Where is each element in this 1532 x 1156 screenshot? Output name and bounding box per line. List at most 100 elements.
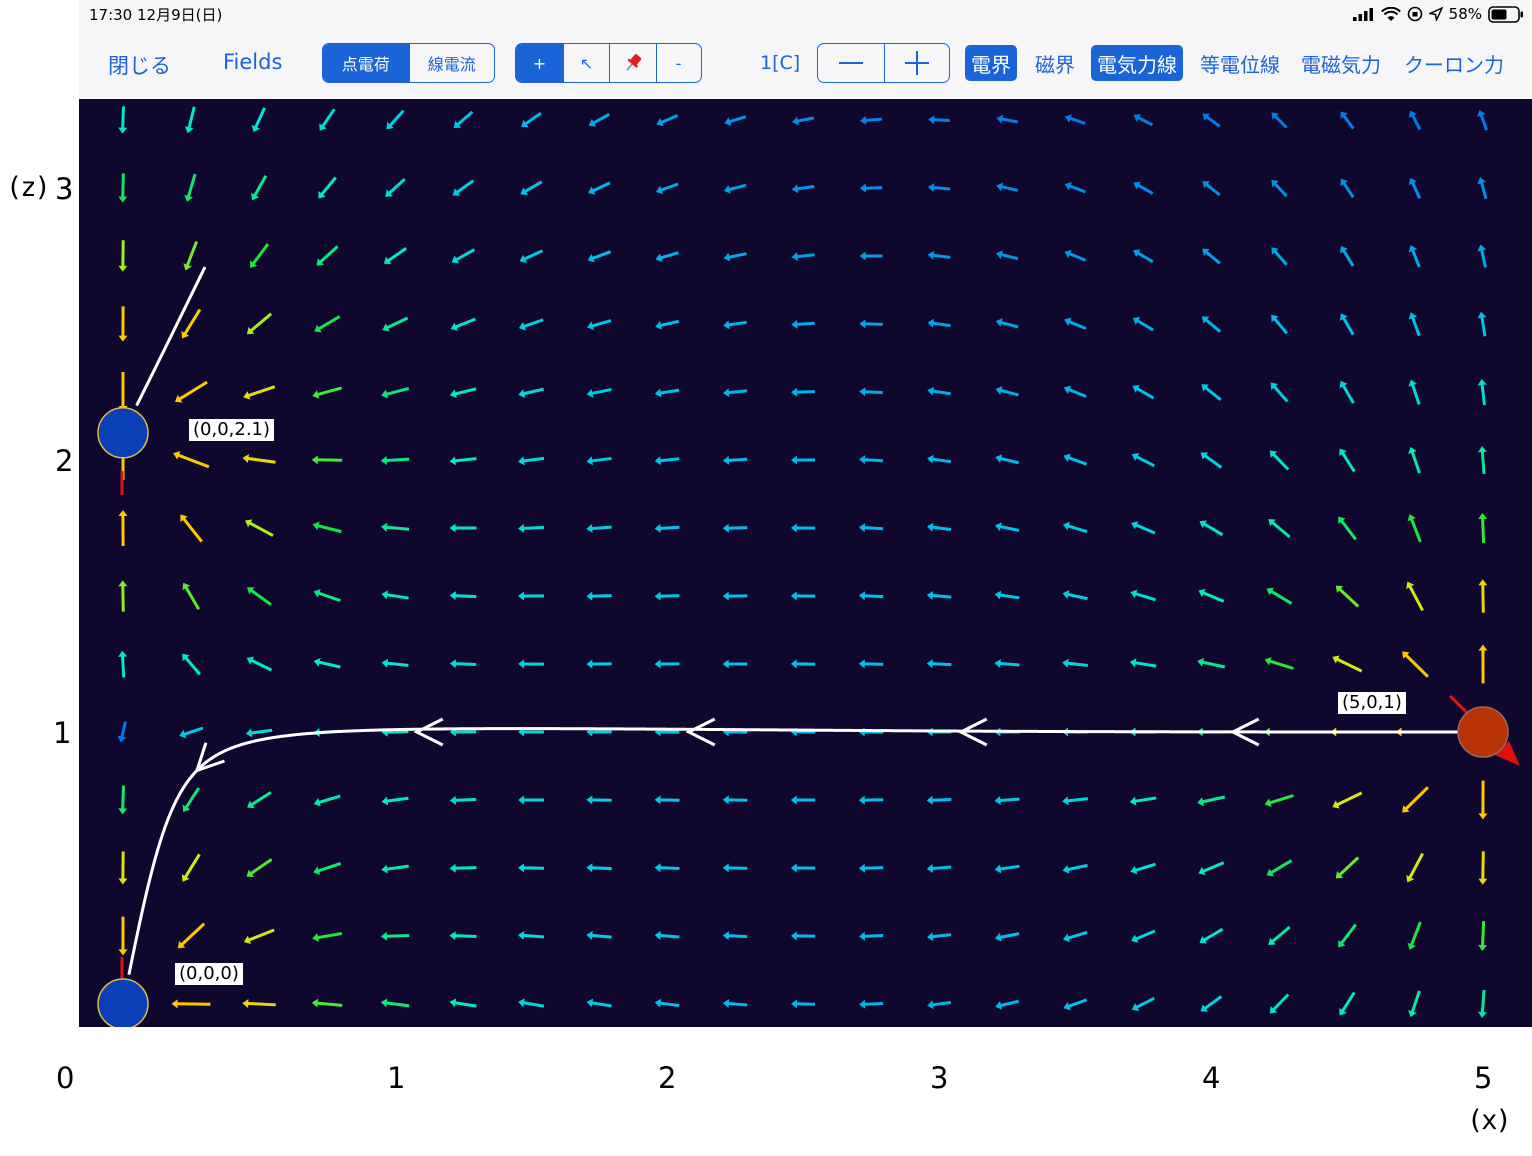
field-vector: [655, 251, 679, 262]
field-vector: [1407, 514, 1422, 543]
field-vector: [1133, 181, 1154, 195]
pointer-arrow-icon: ↖: [579, 53, 594, 73]
battery-percent: 58%: [1448, 5, 1482, 23]
remove-tool-button[interactable]: -: [656, 44, 700, 82]
field-vector: [519, 249, 544, 263]
field-vector: [449, 863, 477, 873]
toggle-electric-field-lines[interactable]: 電気力線: [1091, 45, 1183, 81]
charge-decrement-button[interactable]: [818, 44, 884, 82]
field-vector: [722, 659, 748, 669]
field-vector: [1130, 589, 1157, 602]
field-vector: [243, 928, 275, 944]
x-tick-label: 0: [56, 1061, 75, 1095]
field-vector: [1064, 114, 1086, 125]
field-vector: [1338, 516, 1357, 541]
toggle-magnetic-field[interactable]: 磁界: [1029, 45, 1081, 81]
charge-layer: [97, 407, 1520, 1030]
fields-button[interactable]: Fields: [223, 50, 282, 74]
remove-icon: -: [675, 53, 682, 73]
field-vector: [518, 591, 544, 601]
field-vector: [1335, 856, 1360, 879]
location-icon: [1428, 7, 1443, 21]
field-vector: [1338, 923, 1357, 948]
field-vector: [1202, 181, 1221, 197]
field-vector: [1062, 796, 1088, 806]
field-vector: [173, 451, 210, 469]
field-vector: [1477, 378, 1487, 406]
field-vector: [656, 114, 679, 127]
field-vector: [246, 858, 273, 877]
field-vector: [586, 930, 612, 940]
field-vector: [449, 591, 477, 601]
battery-icon: [1488, 5, 1523, 23]
charge-label: (5,0,1): [1338, 692, 1406, 714]
field-vector: [1339, 313, 1355, 336]
field-vector: [1402, 786, 1429, 813]
field-vector: [586, 795, 612, 805]
field-vector: [1062, 863, 1088, 874]
status-bar: 17:30 12月9日(日) 58%: [79, 0, 1532, 28]
field-vector: [654, 659, 680, 669]
field-vector: [1266, 587, 1293, 605]
toggle-equipotential-lines[interactable]: 等電位線: [1194, 45, 1286, 81]
field-vector: [858, 591, 884, 601]
field-vector: [1406, 581, 1424, 612]
field-vector: [654, 456, 680, 466]
field-vector: [245, 728, 273, 738]
field-vector: [312, 932, 343, 942]
field-vector: [311, 455, 343, 465]
field-vector: [588, 113, 611, 127]
field-vector: [313, 657, 341, 669]
point-charge-tab[interactable]: 点電荷: [323, 44, 409, 82]
field-vector: [1264, 657, 1294, 670]
field-vector: [118, 240, 128, 272]
line-current-tab[interactable]: 線電流: [408, 44, 495, 82]
field-vector: [1202, 113, 1221, 128]
close-button[interactable]: 閉じる: [108, 50, 171, 80]
field-vector: [858, 931, 884, 941]
field-vector: [1477, 446, 1487, 475]
field-vector: [995, 318, 1019, 329]
toggle-electromagnetic-force[interactable]: 電磁気力: [1295, 45, 1387, 81]
field-vector: [184, 106, 196, 134]
field-vector: [654, 591, 680, 601]
field-vector: [586, 659, 612, 669]
field-vector: [1332, 655, 1363, 673]
field-vector: [1264, 794, 1294, 807]
field-vector: [171, 999, 211, 1009]
toggle-electric-field[interactable]: 電界: [965, 45, 1017, 81]
field-vector: [722, 591, 748, 601]
field-vector: [654, 523, 680, 533]
charge-stepper: [817, 43, 950, 83]
pin-tool-button[interactable]: [609, 44, 656, 82]
field-vector: [1064, 182, 1086, 194]
field-vector: [927, 1000, 952, 1010]
charge-increment-button[interactable]: [884, 44, 949, 82]
wifi-icon: [1380, 6, 1401, 21]
field-vector: [313, 794, 341, 807]
field-vector: [381, 796, 409, 806]
field-vector: [996, 182, 1019, 192]
field-vector: [180, 514, 203, 543]
field-vector: [1478, 644, 1488, 684]
pointer-tool-button[interactable]: ↖: [563, 44, 609, 82]
positive-charge: [1457, 706, 1509, 758]
field-vector: [1477, 311, 1487, 337]
toggle-coulomb-force[interactable]: クーロン力: [1398, 45, 1510, 81]
field-vector: [792, 116, 815, 126]
field-vector: [858, 795, 884, 805]
add-tool-button[interactable]: +: [516, 44, 563, 82]
field-vector: [1201, 316, 1222, 333]
field-vector: [517, 523, 545, 533]
field-vector: [1407, 921, 1422, 950]
field-vector: [118, 509, 128, 547]
field-canvas[interactable]: [79, 99, 1532, 1030]
field-plot[interactable]: [79, 99, 1532, 1030]
field-vector: [994, 864, 1020, 874]
field-vector: [654, 388, 680, 398]
field-line: [127, 727, 1467, 975]
field-vector: [518, 659, 544, 669]
field-vector: [655, 182, 679, 195]
field-vector: [1408, 110, 1422, 131]
field-vector: [1477, 109, 1488, 131]
